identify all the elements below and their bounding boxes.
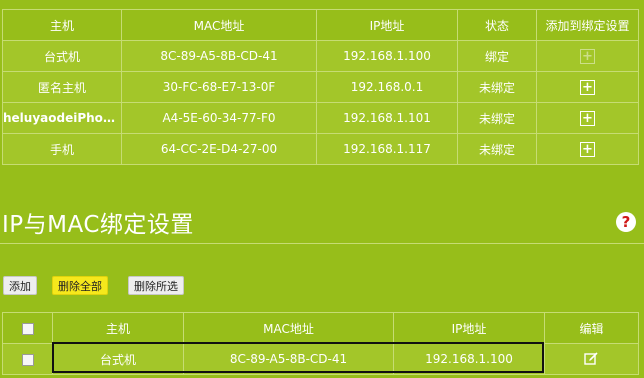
- plus-box-icon[interactable]: +: [580, 48, 595, 64]
- row-checkbox[interactable]: [21, 353, 34, 366]
- host-cell: 匿名主机: [2, 71, 122, 103]
- section-title: IP与MAC绑定设置: [2, 212, 194, 238]
- add-button[interactable]: 添加: [3, 276, 37, 295]
- host-cell: 台式机: [52, 343, 184, 375]
- plus-box-icon[interactable]: +: [580, 79, 595, 95]
- mac-cell: A4-5E-60-34-77-F0: [121, 102, 317, 134]
- host-cell: 手机: [2, 133, 122, 165]
- plus-box-icon[interactable]: +: [580, 141, 595, 157]
- column-header-ip: IP地址: [393, 312, 545, 344]
- column-header-ip: IP地址: [316, 9, 458, 41]
- delete-selected-button[interactable]: 删除所选: [128, 276, 184, 295]
- status-cell: 未绑定: [457, 102, 537, 134]
- section-divider: [0, 243, 644, 244]
- column-header-host: 主机: [2, 9, 122, 41]
- device-list-table: 主机 MAC地址 IP地址 状态 添加到绑定设置 台式机 8C-89-A5-8B…: [2, 9, 639, 165]
- binding-table: 主机 MAC地址 IP地址 编辑 台式机 8C-89-A5-8B-CD-41 1…: [2, 312, 639, 375]
- column-header-edit: 编辑: [544, 312, 639, 344]
- add-cell: +: [536, 102, 639, 134]
- ip-cell: 192.168.1.101: [316, 102, 458, 134]
- table-row: 手机 64-CC-2E-D4-27-00 192.168.1.117 未绑定 +: [2, 133, 639, 165]
- host-cell: 台式机: [2, 40, 122, 72]
- select-all-checkbox[interactable]: [21, 322, 34, 335]
- add-cell: +: [536, 71, 639, 103]
- table-row: 匿名主机 30-FC-68-E7-13-0F 192.168.0.1 未绑定 +: [2, 71, 639, 103]
- plus-box-icon[interactable]: +: [580, 110, 595, 126]
- column-header-mac: MAC地址: [121, 9, 317, 41]
- table-row: 台式机 8C-89-A5-8B-CD-41 192.168.1.100: [2, 343, 639, 375]
- select-cell: [2, 343, 53, 375]
- ip-cell: 192.168.1.100: [316, 40, 458, 72]
- edit-pencil-icon[interactable]: [546, 352, 638, 366]
- status-cell: 绑定: [457, 40, 537, 72]
- table-row: heluyaodeiPhon... A4-5E-60-34-77-F0 192.…: [2, 102, 639, 134]
- column-header-host: 主机: [52, 312, 184, 344]
- question-circle-icon[interactable]: ?: [616, 212, 636, 232]
- mac-cell: 30-FC-68-E7-13-0F: [121, 71, 317, 103]
- status-cell: 未绑定: [457, 133, 537, 165]
- column-header-status: 状态: [457, 9, 537, 41]
- mac-cell: 8C-89-A5-8B-CD-41: [183, 343, 394, 375]
- table-header-row: 主机 MAC地址 IP地址 状态 添加到绑定设置: [2, 9, 639, 41]
- delete-all-button[interactable]: 删除全部: [52, 276, 108, 295]
- mac-cell: 64-CC-2E-D4-27-00: [121, 133, 317, 165]
- add-cell: +: [536, 133, 639, 165]
- ip-cell: 192.168.1.117: [316, 133, 458, 165]
- mac-cell: 8C-89-A5-8B-CD-41: [121, 40, 317, 72]
- select-all-cell: [2, 312, 53, 344]
- add-cell: +: [536, 40, 639, 72]
- column-header-add-to-binding: 添加到绑定设置: [536, 9, 639, 41]
- table-header-row: 主机 MAC地址 IP地址 编辑: [2, 312, 639, 344]
- edit-cell: [544, 343, 639, 375]
- table-row: 台式机 8C-89-A5-8B-CD-41 192.168.1.100 绑定 +: [2, 40, 639, 72]
- ip-cell: 192.168.1.100: [393, 343, 545, 375]
- column-header-mac: MAC地址: [183, 312, 394, 344]
- host-cell: heluyaodeiPhon...: [2, 102, 122, 134]
- status-cell: 未绑定: [457, 71, 537, 103]
- ip-cell: 192.168.0.1: [316, 71, 458, 103]
